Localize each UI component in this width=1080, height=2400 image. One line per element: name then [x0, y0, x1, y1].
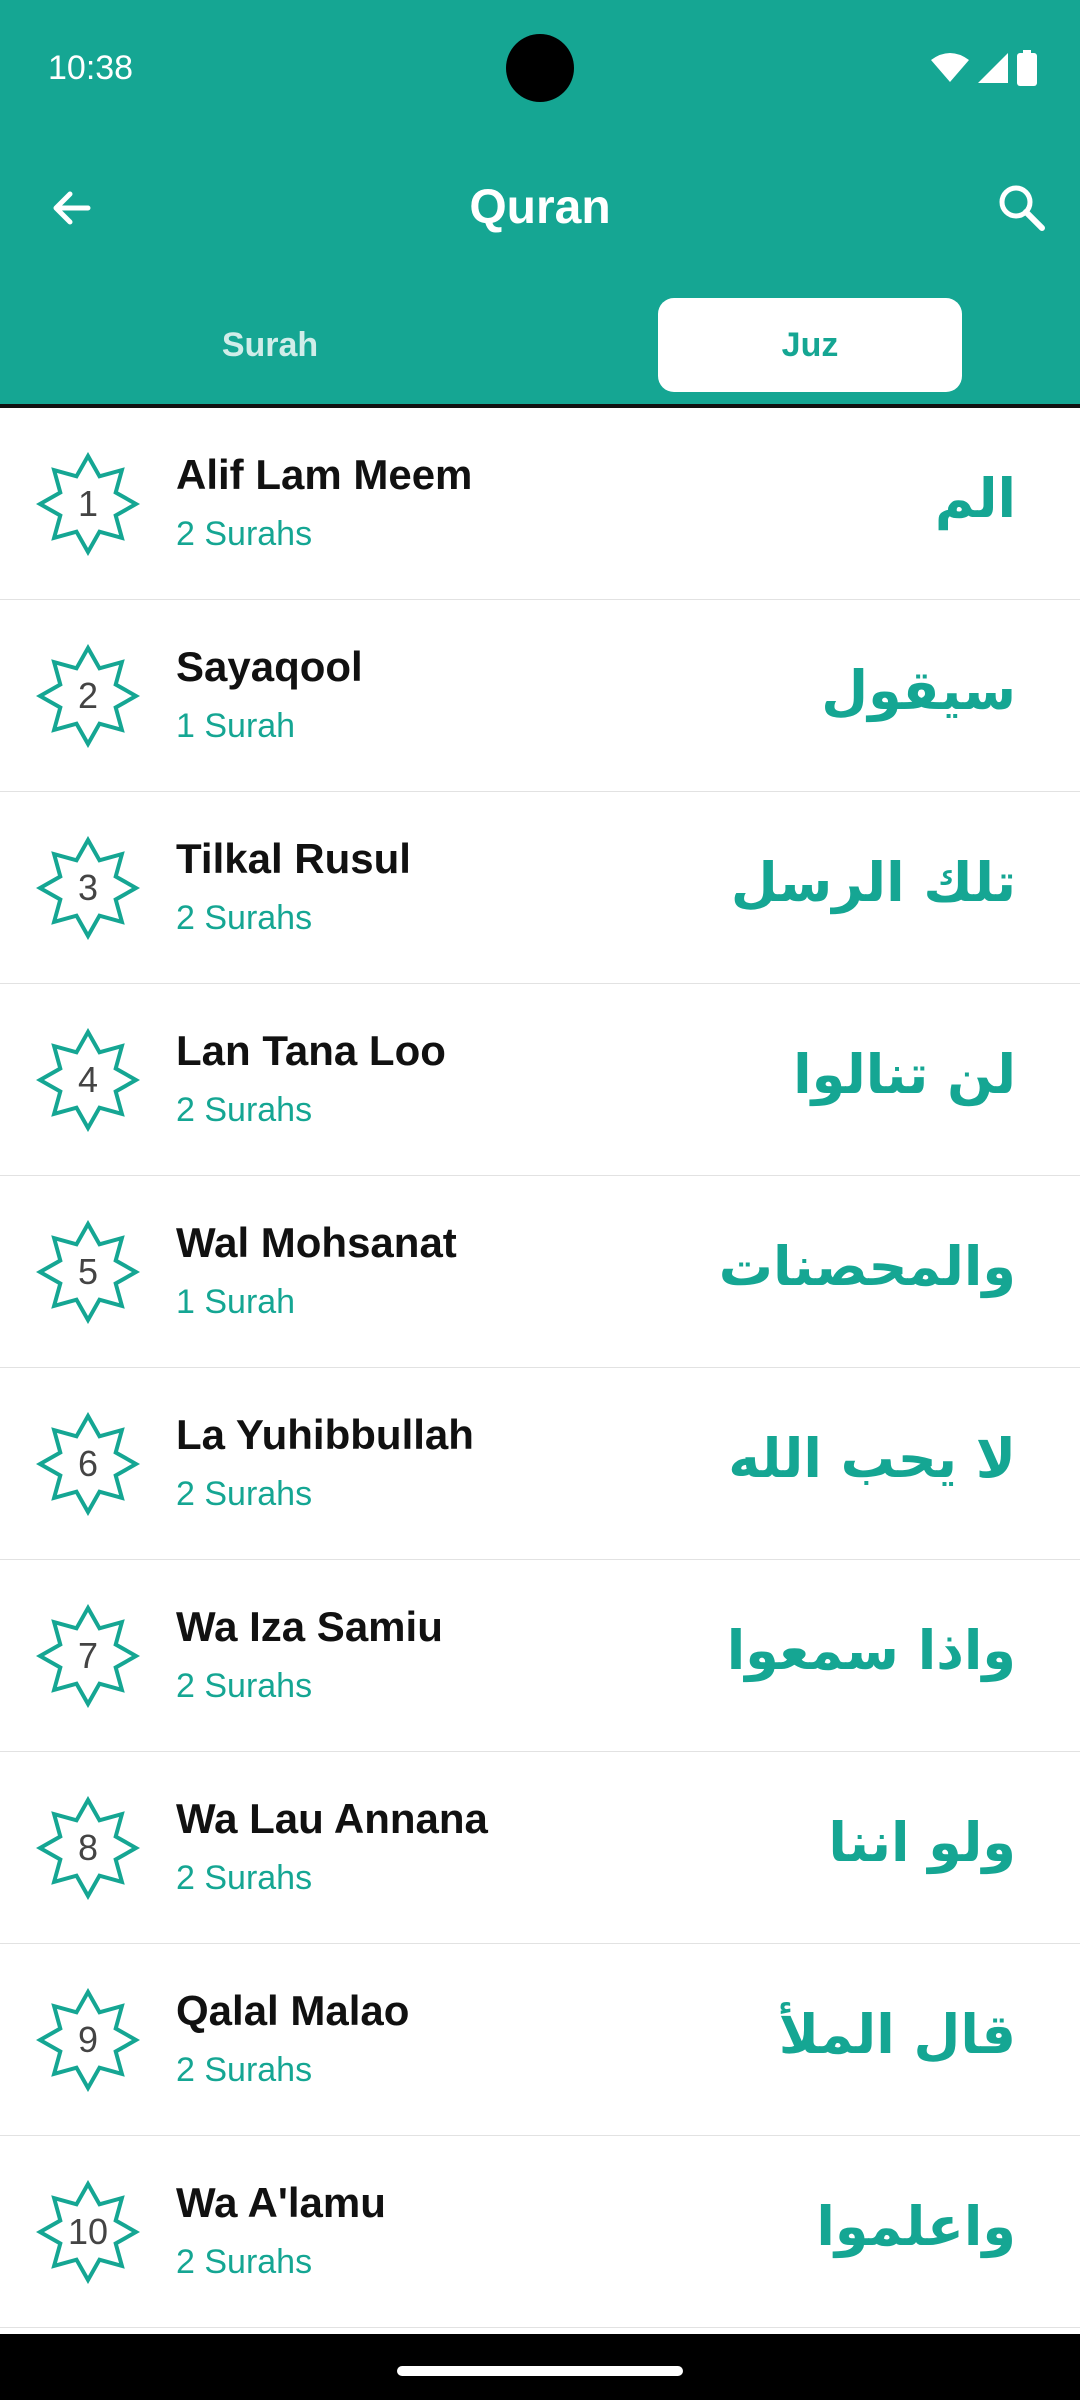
juz-arabic-name: واذا سمعوا	[726, 1619, 1016, 1682]
juz-number-badge: 9	[36, 1988, 140, 2092]
juz-surah-count: 2 Surahs	[176, 2243, 313, 2281]
juz-row[interactable]: 2 Sayaqool 1 Surah سيقول	[0, 600, 1080, 792]
juz-name: Qalal Malao	[176, 1987, 410, 2034]
juz-number: 4	[77, 1059, 99, 1100]
juz-surah-count: 2 Surahs	[176, 899, 313, 937]
juz-name: Lan Tana Loo	[176, 1027, 446, 1074]
status-time: 10:38	[48, 49, 134, 87]
juz-name: La Yuhibbullah	[176, 1411, 474, 1458]
juz-surah-count: 2 Surahs	[176, 1667, 313, 1705]
juz-name: Wa Lau Annana	[176, 1795, 488, 1842]
page-title: Quran	[469, 181, 611, 234]
juz-surah-count: 1 Surah	[176, 707, 296, 745]
camera-cutout	[506, 34, 574, 102]
juz-surah-count: 1 Surah	[176, 1283, 296, 1321]
home-gesture-handle[interactable]	[397, 2366, 683, 2376]
juz-number: 10	[67, 2211, 109, 2252]
juz-number: 2	[77, 675, 99, 716]
juz-name: Alif Lam Meem	[176, 451, 473, 498]
juz-name: Sayaqool	[176, 643, 363, 690]
juz-arabic-name: الم	[934, 467, 1016, 530]
juz-arabic-name: لن تنالوا	[793, 1043, 1016, 1106]
juz-arabic-name: ولو اننا	[828, 1811, 1016, 1874]
juz-number: 9	[77, 2019, 99, 2060]
juz-surah-count: 2 Surahs	[176, 1859, 313, 1897]
juz-arabic-name: لا يحب الله	[728, 1427, 1016, 1490]
battery-icon	[1016, 50, 1038, 86]
juz-row[interactable]: 3 Tilkal Rusul 2 Surahs تلك الرسل	[0, 792, 1080, 984]
juz-number: 1	[77, 483, 99, 524]
juz-number: 7	[77, 1635, 99, 1676]
juz-row[interactable]: 6 La Yuhibbullah 2 Surahs لا يحب الله	[0, 1368, 1080, 1560]
juz-row[interactable]: 4 Lan Tana Loo 2 Surahs لن تنالوا	[0, 984, 1080, 1176]
search-button[interactable]	[982, 170, 1062, 250]
juz-row[interactable]: 9 Qalal Malao 2 Surahs قال الملأ	[0, 1944, 1080, 2136]
juz-arabic-name: تلك الرسل	[730, 851, 1016, 914]
juz-surah-count: 2 Surahs	[176, 1475, 313, 1513]
juz-number-badge: 8	[36, 1796, 140, 1900]
juz-number-badge: 3	[36, 836, 140, 940]
juz-arabic-name: والمحصنات	[718, 1235, 1016, 1298]
juz-number-badge: 2	[36, 644, 140, 748]
juz-number: 3	[77, 867, 99, 908]
juz-arabic-name: واعلموا	[816, 2195, 1016, 2258]
juz-number-badge: 5	[36, 1220, 140, 1324]
juz-row[interactable]: 1 Alif Lam Meem 2 Surahs الم	[0, 408, 1080, 600]
juz-number-badge: 6	[36, 1412, 140, 1516]
juz-surah-count: 2 Surahs	[176, 1091, 313, 1129]
juz-arabic-name: قال الملأ	[778, 2003, 1016, 2066]
juz-number-badge: 4	[36, 1028, 140, 1132]
juz-row[interactable]: 10 Wa A'lamu 2 Surahs واعلموا	[0, 2136, 1080, 2328]
juz-number-badge: 10	[36, 2180, 140, 2284]
juz-surah-count: 2 Surahs	[176, 2051, 313, 2089]
juz-name: Wal Mohsanat	[176, 1219, 457, 1266]
juz-row[interactable]: 5 Wal Mohsanat 1 Surah والمحصنات	[0, 1176, 1080, 1368]
juz-number-badge: 1	[36, 452, 140, 556]
tab-juz[interactable]: Juz	[658, 298, 962, 392]
juz-number-badge: 7	[36, 1604, 140, 1708]
wifi-icon	[930, 52, 970, 84]
status-icons	[930, 48, 1038, 88]
tab-surah[interactable]: Surah	[118, 298, 422, 392]
juz-name: Tilkal Rusul	[176, 835, 411, 882]
juz-number: 6	[77, 1443, 99, 1484]
juz-row[interactable]: 8 Wa Lau Annana 2 Surahs ولو اننا	[0, 1752, 1080, 1944]
juz-row[interactable]: 7 Wa Iza Samiu 2 Surahs واذا سمعوا	[0, 1560, 1080, 1752]
juz-arabic-name: سيقول	[821, 659, 1016, 722]
juz-name: Wa Iza Samiu	[176, 1603, 443, 1650]
search-icon	[996, 182, 1048, 239]
juz-number: 8	[77, 1827, 99, 1868]
app-header: 10:38 Quran Surah Juz	[0, 0, 1080, 406]
juz-name: Wa A'lamu	[176, 2179, 386, 2226]
cellular-signal-icon	[976, 51, 1010, 85]
juz-list: 1 Alif Lam Meem 2 Surahs الم 2 Sayaqool …	[0, 408, 1080, 2328]
juz-number: 5	[77, 1251, 99, 1292]
juz-surah-count: 2 Surahs	[176, 515, 313, 553]
